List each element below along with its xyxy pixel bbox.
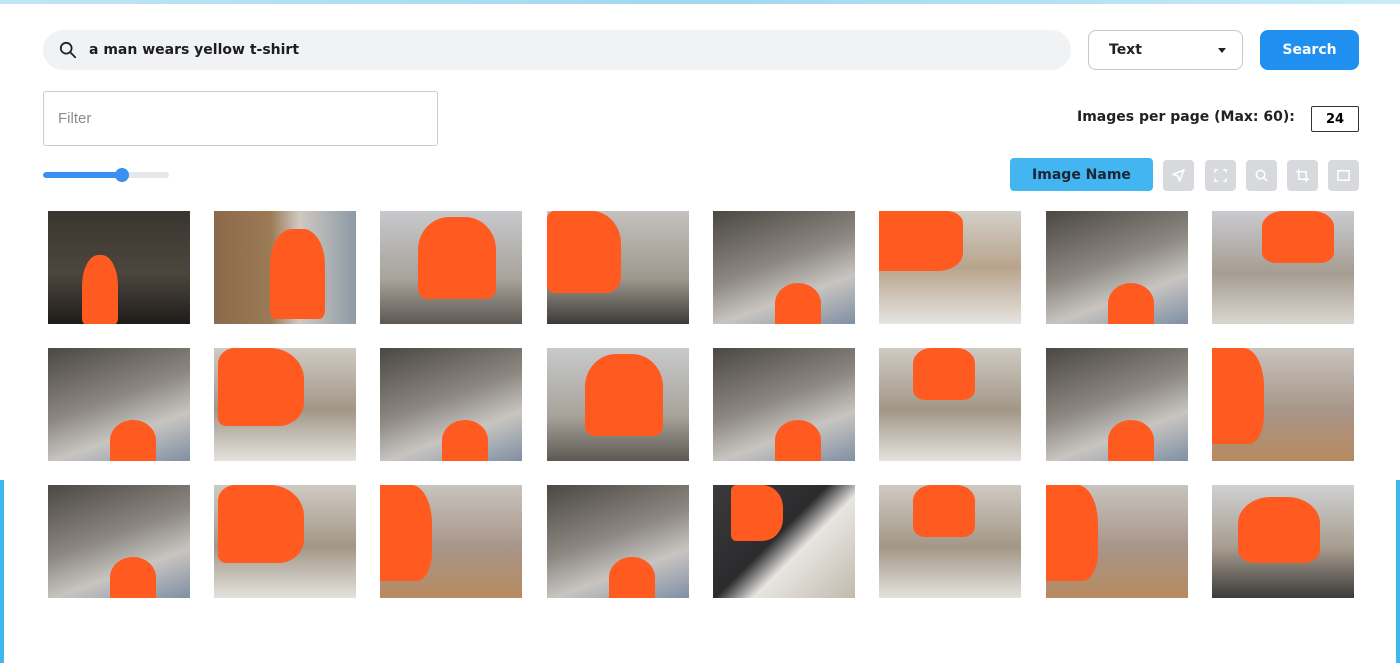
- person-highlight-mask: [110, 420, 156, 461]
- result-image[interactable]: [380, 211, 522, 324]
- result-image[interactable]: [713, 485, 855, 598]
- crop-icon: [1295, 168, 1310, 183]
- result-image[interactable]: [48, 348, 190, 461]
- result-image-photo: [48, 211, 190, 324]
- person-highlight-mask: [1108, 420, 1154, 461]
- size-slider[interactable]: [43, 172, 169, 178]
- search-type-value: Text: [1109, 42, 1142, 58]
- size-slider-fill: [43, 172, 122, 178]
- person-highlight-mask: [270, 229, 325, 319]
- search-input[interactable]: [87, 41, 991, 59]
- result-image[interactable]: [547, 348, 689, 461]
- search-icon: [59, 41, 77, 59]
- person-highlight-mask: [1262, 211, 1334, 263]
- send-icon: [1172, 169, 1185, 182]
- zoom-icon: [1255, 169, 1268, 182]
- person-highlight-mask: [1046, 485, 1098, 581]
- person-highlight-mask: [1238, 497, 1320, 563]
- person-highlight-mask: [585, 354, 663, 436]
- result-image[interactable]: [214, 348, 356, 461]
- result-image[interactable]: [1212, 348, 1354, 461]
- expand-icon: [1214, 169, 1227, 182]
- result-image[interactable]: [48, 485, 190, 598]
- result-image[interactable]: [879, 348, 1021, 461]
- zoom-button[interactable]: [1246, 160, 1277, 191]
- result-image[interactable]: [1046, 485, 1188, 598]
- result-image[interactable]: [1212, 211, 1354, 324]
- person-highlight-mask: [913, 348, 975, 400]
- person-highlight-mask: [913, 485, 975, 537]
- person-highlight-mask: [380, 485, 432, 581]
- person-highlight-mask: [110, 557, 156, 598]
- person-highlight-mask: [609, 557, 655, 598]
- result-image[interactable]: [879, 485, 1021, 598]
- result-image[interactable]: [547, 485, 689, 598]
- expand-button[interactable]: [1205, 160, 1236, 191]
- window-right-edge: [1396, 480, 1400, 663]
- person-highlight-mask: [775, 420, 821, 461]
- images-per-page-label: Images per page (Max: 60):: [1077, 109, 1295, 125]
- result-image[interactable]: [214, 485, 356, 598]
- result-image[interactable]: [214, 211, 356, 324]
- result-image[interactable]: [1212, 485, 1354, 598]
- person-highlight-mask: [1212, 348, 1264, 444]
- images-per-page-input[interactable]: [1311, 106, 1359, 132]
- person-highlight-mask: [547, 211, 621, 293]
- chevron-down-icon: [1218, 47, 1226, 53]
- result-image[interactable]: [713, 348, 855, 461]
- person-highlight-mask: [218, 348, 304, 426]
- result-image[interactable]: [48, 211, 190, 324]
- person-highlight-mask: [1108, 283, 1154, 324]
- send-button[interactable]: [1163, 160, 1194, 191]
- result-image[interactable]: [547, 211, 689, 324]
- person-highlight-mask: [82, 255, 118, 324]
- frame-button[interactable]: [1328, 160, 1359, 191]
- filter-input[interactable]: [43, 91, 438, 146]
- person-highlight-mask: [442, 420, 488, 461]
- crop-button[interactable]: [1287, 160, 1318, 191]
- person-highlight-mask: [418, 217, 496, 299]
- result-image[interactable]: [1046, 348, 1188, 461]
- person-highlight-mask: [775, 283, 821, 324]
- result-image[interactable]: [713, 211, 855, 324]
- frame-icon: [1337, 170, 1350, 181]
- image-name-toggle[interactable]: Image Name: [1010, 158, 1153, 191]
- result-image[interactable]: [380, 485, 522, 598]
- result-image[interactable]: [1046, 211, 1188, 324]
- result-image[interactable]: [879, 211, 1021, 324]
- search-type-select[interactable]: Text: [1088, 30, 1243, 70]
- search-button[interactable]: Search: [1260, 30, 1359, 70]
- search-bar[interactable]: [43, 30, 1071, 70]
- person-highlight-mask: [731, 485, 783, 541]
- person-highlight-mask: [879, 211, 963, 271]
- result-image[interactable]: [380, 348, 522, 461]
- person-highlight-mask: [218, 485, 304, 563]
- size-slider-thumb[interactable]: [115, 168, 129, 182]
